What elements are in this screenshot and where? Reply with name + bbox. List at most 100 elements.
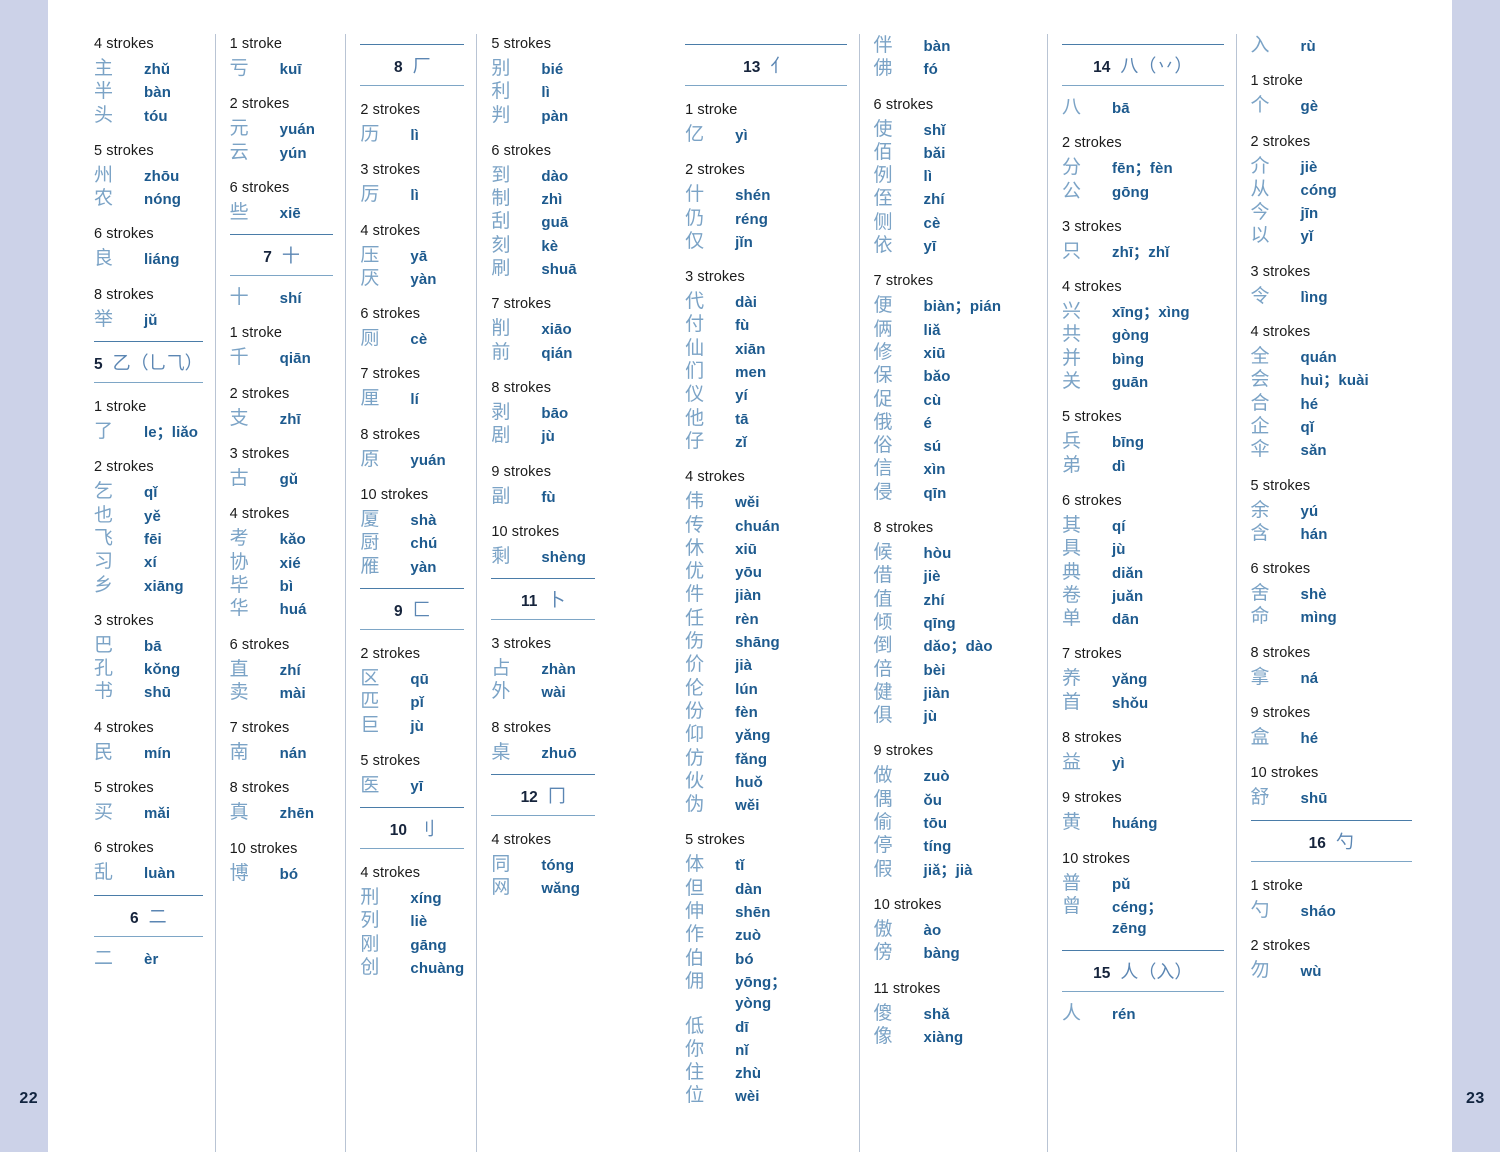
character-entry[interactable]: 仙 xiān [685, 337, 846, 360]
character-entry[interactable]: 介 jiè [1251, 155, 1412, 178]
character-entry[interactable]: 仿 fǎng [685, 747, 846, 770]
character-entry[interactable]: 位 wèi [685, 1084, 846, 1107]
character-entry[interactable]: 剥 bāo [491, 401, 595, 424]
radical-section-header[interactable]: 15 人（入） [1062, 949, 1224, 992]
character-entry[interactable]: 俗 sú [874, 434, 1035, 457]
character-entry[interactable]: 倒 dǎo；dào [874, 634, 1035, 657]
radical-section-header[interactable]: 10 刂 [360, 807, 465, 850]
character-entry[interactable]: 乞 qǐ [94, 480, 203, 503]
character-entry[interactable]: 区 qū [360, 667, 464, 690]
character-entry[interactable]: 真 zhēn [230, 801, 334, 824]
character-entry[interactable]: 伸 shēn [685, 900, 846, 923]
character-entry[interactable]: 傲 ào [874, 918, 1035, 941]
character-entry[interactable]: 值 zhí [874, 588, 1035, 611]
character-entry[interactable]: 卷 juǎn [1062, 584, 1223, 607]
character-entry[interactable]: 刷 shuā [491, 257, 595, 280]
character-entry[interactable]: 舍 shè [1251, 582, 1412, 605]
character-entry[interactable]: 举 jǔ [94, 308, 203, 331]
character-entry[interactable]: 借 jiè [874, 564, 1035, 587]
character-entry[interactable]: 共 gòng [1062, 323, 1223, 346]
character-entry[interactable]: 佛 fó [874, 57, 1035, 80]
character-entry[interactable]: 分 fēn；fèn [1062, 156, 1223, 179]
character-entry[interactable]: 优 yōu [685, 560, 846, 583]
character-entry[interactable]: 原 yuán [360, 448, 464, 471]
character-entry[interactable]: 典 diǎn [1062, 561, 1223, 584]
character-entry[interactable]: 州 zhōu [94, 164, 203, 187]
character-entry[interactable]: 乡 xiāng [94, 574, 203, 597]
character-entry[interactable]: 企 qǐ [1251, 415, 1412, 438]
character-entry[interactable]: 全 quán [1251, 345, 1412, 368]
character-entry[interactable]: 使 shǐ [874, 118, 1035, 141]
character-entry[interactable]: 外 wài [491, 680, 595, 703]
character-entry[interactable]: 普 pǔ [1062, 872, 1223, 895]
character-entry[interactable]: 健 jiàn [874, 681, 1035, 704]
radical-section-header[interactable]: 13 亻 [685, 44, 847, 86]
character-entry[interactable]: 刚 gāng [360, 933, 464, 956]
character-entry[interactable]: 侵 qīn [874, 481, 1035, 504]
character-entry[interactable]: 倍 bèi [874, 658, 1035, 681]
character-entry[interactable]: 拿 ná [1251, 666, 1412, 689]
character-entry[interactable]: 仍 réng [685, 207, 846, 230]
character-entry[interactable]: 良 liáng [94, 247, 203, 270]
character-entry[interactable]: 了 le；liǎo [94, 420, 203, 443]
character-entry[interactable]: 什 shén [685, 183, 846, 206]
character-entry[interactable]: 博 bó [230, 862, 334, 885]
character-entry[interactable]: 勺 sháo [1251, 899, 1412, 922]
character-entry[interactable]: 具 jù [1062, 537, 1223, 560]
character-entry[interactable]: 命 mìng [1251, 605, 1412, 628]
character-entry[interactable]: 厌 yàn [360, 267, 464, 290]
character-entry[interactable]: 二 èr [94, 947, 203, 970]
character-entry[interactable]: 头 tóu [94, 104, 203, 127]
character-entry[interactable]: 历 lì [360, 123, 464, 146]
character-entry[interactable]: 养 yǎng [1062, 667, 1223, 690]
character-entry[interactable]: 民 mín [94, 741, 203, 764]
character-entry[interactable]: 弟 dì [1062, 454, 1223, 477]
character-entry[interactable]: 首 shǒu [1062, 691, 1223, 714]
character-entry[interactable]: 益 yì [1062, 751, 1223, 774]
character-entry[interactable]: 乱 luàn [94, 861, 203, 884]
character-entry[interactable]: 厕 cè [360, 327, 464, 350]
character-entry[interactable]: 同 tóng [491, 853, 595, 876]
character-entry[interactable]: 傻 shǎ [874, 1002, 1035, 1025]
character-entry[interactable]: 令 lìng [1251, 285, 1412, 308]
radical-section-header[interactable]: 11 卜 [491, 578, 596, 621]
character-entry[interactable]: 半 bàn [94, 80, 203, 103]
character-entry[interactable]: 仅 jǐn [685, 230, 846, 253]
character-entry[interactable]: 俱 jù [874, 704, 1035, 727]
character-entry[interactable]: 侧 cè [874, 211, 1035, 234]
character-entry[interactable]: 倾 qīng [874, 611, 1035, 634]
character-entry[interactable]: 伤 shāng [685, 630, 846, 653]
character-entry[interactable]: 付 fù [685, 313, 846, 336]
character-entry[interactable]: 价 jià [685, 653, 846, 676]
character-entry[interactable]: 会 huì；kuài [1251, 368, 1412, 391]
radical-section-header[interactable]: 7十 [229, 234, 334, 277]
character-entry[interactable]: 促 cù [874, 388, 1035, 411]
character-entry[interactable]: 习 xí [94, 550, 203, 573]
character-entry[interactable]: 余 yú [1251, 499, 1412, 522]
character-entry[interactable]: 作 zuò [685, 923, 846, 946]
character-entry[interactable]: 佣 yōng； yòng [685, 970, 846, 1015]
character-entry[interactable]: 千 qiān [230, 346, 334, 369]
character-entry[interactable]: 公 gōng [1062, 180, 1223, 203]
character-entry[interactable]: 以 yǐ [1251, 224, 1412, 247]
character-entry[interactable]: 伞 sǎn [1251, 438, 1412, 461]
character-entry[interactable]: 主 zhǔ [94, 57, 203, 80]
character-entry[interactable]: 买 mǎi [94, 801, 203, 824]
character-entry[interactable]: 任 rèn [685, 607, 846, 630]
character-entry[interactable]: 十 shí [230, 286, 334, 309]
character-entry[interactable]: 刮 guā [491, 210, 595, 233]
character-entry[interactable]: 盒 hé [1251, 726, 1412, 749]
character-entry[interactable]: 他 tā [685, 407, 846, 430]
character-entry[interactable]: 制 zhì [491, 187, 595, 210]
character-entry[interactable]: 亿 yì [685, 123, 846, 146]
character-entry[interactable]: 传 chuán [685, 514, 846, 537]
character-entry[interactable]: 休 xiū [685, 537, 846, 560]
character-entry[interactable]: 黄 huáng [1062, 811, 1223, 834]
character-entry[interactable]: 些 xiē [230, 201, 334, 224]
character-entry[interactable]: 个 gè [1251, 94, 1412, 117]
character-entry[interactable]: 伙 huǒ [685, 770, 846, 793]
character-entry[interactable]: 伴 bàn [874, 34, 1035, 57]
character-entry[interactable]: 支 zhī [230, 407, 334, 430]
character-entry[interactable]: 舒 shū [1251, 786, 1412, 809]
character-entry[interactable]: 华 huá [230, 597, 334, 620]
